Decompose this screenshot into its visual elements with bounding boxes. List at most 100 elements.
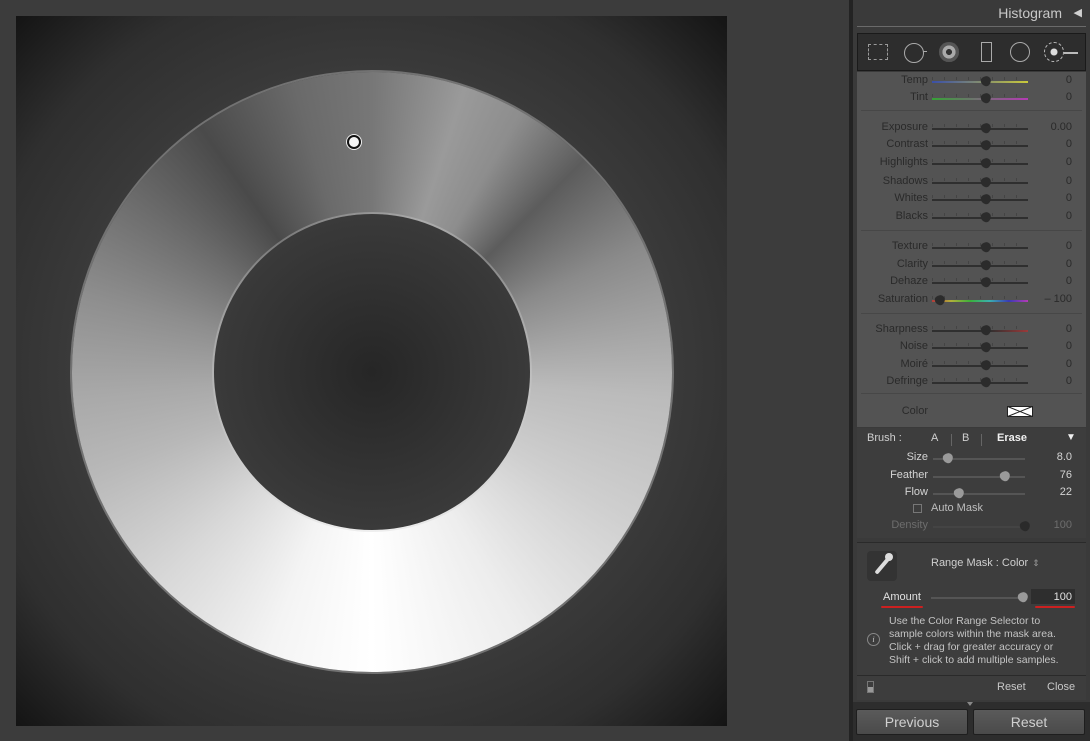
temp-slider-row[interactable]: Temp 0 bbox=[857, 73, 1086, 90]
amount-label: Amount bbox=[883, 591, 921, 603]
brush-erase-tab[interactable]: Erase bbox=[997, 432, 1027, 444]
tint-value[interactable]: 0 bbox=[1066, 91, 1072, 103]
grid-overlay-icon[interactable] bbox=[866, 40, 892, 66]
brush-flow-row[interactable]: Flow 22 bbox=[857, 485, 1086, 502]
brush-density-row[interactable]: Density 100 bbox=[857, 518, 1086, 535]
amount-value[interactable]: 100 bbox=[1054, 591, 1072, 603]
exposure-label: Exposure bbox=[881, 121, 928, 133]
info-icon: i bbox=[867, 633, 880, 646]
defringe-value[interactable]: 0 bbox=[1066, 375, 1072, 387]
brush-panel: Brush : A B Erase ▼ Size 8.0 Feather 76 … bbox=[857, 428, 1086, 538]
noise-value[interactable]: 0 bbox=[1066, 340, 1072, 352]
density-label: Density bbox=[891, 519, 928, 531]
highlights-slider-row[interactable]: Highlights 0 bbox=[857, 155, 1086, 172]
color-sample-point[interactable] bbox=[347, 135, 361, 149]
brush-tab-divider bbox=[981, 434, 982, 446]
whites-label: Whites bbox=[894, 192, 928, 204]
histogram-header[interactable]: Histogram ◀ bbox=[853, 0, 1090, 30]
mask-close-link[interactable]: Close bbox=[1047, 681, 1075, 693]
brush-feather-row[interactable]: Feather 76 bbox=[857, 468, 1086, 485]
sharpness-slider-row[interactable]: Sharpness 0 bbox=[857, 322, 1086, 339]
saturation-label: Saturation bbox=[877, 293, 928, 305]
moir-slider-row[interactable]: Moiré 0 bbox=[857, 357, 1086, 374]
whites-value[interactable]: 0 bbox=[1066, 192, 1072, 204]
clarity-slider-row[interactable]: Clarity 0 bbox=[857, 257, 1086, 274]
amount-track[interactable] bbox=[931, 597, 1023, 599]
texture-label: Texture bbox=[891, 240, 928, 252]
blacks-value[interactable]: 0 bbox=[1066, 210, 1072, 222]
auto-mask-row[interactable]: Auto Mask bbox=[857, 502, 1086, 519]
adjustment-brush-icon[interactable] bbox=[1042, 40, 1082, 66]
moir-value[interactable]: 0 bbox=[1066, 358, 1072, 370]
sharpness-value[interactable]: 0 bbox=[1066, 323, 1072, 335]
collapse-triangle-icon[interactable]: ◀ bbox=[1074, 6, 1082, 19]
feather-track[interactable] bbox=[933, 476, 1025, 478]
crop-icon[interactable] bbox=[902, 40, 928, 66]
brush-menu-icon[interactable]: ▼ bbox=[1066, 432, 1076, 443]
help-line: Shift + click to add multiple samples. bbox=[889, 654, 1059, 666]
color-row[interactable]: Color bbox=[857, 404, 1086, 421]
highlights-label: Highlights bbox=[879, 156, 928, 168]
brush-size-row[interactable]: Size 8.0 bbox=[857, 450, 1086, 467]
saturation-track[interactable] bbox=[932, 300, 1028, 302]
saturation-value[interactable]: – 100 bbox=[1044, 293, 1072, 305]
brush-tab-divider bbox=[951, 434, 952, 446]
brush-a-tab[interactable]: A bbox=[931, 432, 938, 444]
clarity-value[interactable]: 0 bbox=[1066, 258, 1072, 270]
previous-button[interactable]: Previous bbox=[856, 709, 968, 735]
right-panel: Histogram ◀ Color Temp 0 Tint 0 Exposure 0.00… bbox=[853, 0, 1090, 741]
sharpness-label: Sharpness bbox=[875, 323, 928, 335]
range-mask-label: Range Mask : Color bbox=[931, 557, 1029, 569]
section-separator bbox=[861, 110, 1082, 111]
photo-preview[interactable] bbox=[16, 16, 727, 726]
tint-slider-row[interactable]: Tint 0 bbox=[857, 90, 1086, 107]
amount-label-underline bbox=[881, 606, 923, 608]
dehaze-value[interactable]: 0 bbox=[1066, 275, 1072, 287]
dehaze-slider-row[interactable]: Dehaze 0 bbox=[857, 274, 1086, 291]
saturation-slider-row[interactable]: Saturation – 100 bbox=[857, 292, 1086, 309]
feather-value[interactable]: 76 bbox=[1060, 469, 1072, 481]
photo-canvas-area[interactable] bbox=[0, 0, 849, 741]
exposure-slider-row[interactable]: Exposure 0.00 bbox=[857, 120, 1086, 137]
select-arrows-icon: ⇕ bbox=[1032, 558, 1040, 568]
shadows-slider-row[interactable]: Shadows 0 bbox=[857, 174, 1086, 191]
density-track[interactable] bbox=[933, 526, 1025, 528]
flow-value[interactable]: 22 bbox=[1060, 486, 1072, 498]
texture-slider-row[interactable]: Texture 0 bbox=[857, 239, 1086, 256]
range-mask-select[interactable]: Range Mask : Color ⇕ bbox=[931, 557, 1040, 569]
auto-mask-label[interactable]: Auto Mask bbox=[931, 502, 983, 514]
density-value[interactable]: 100 bbox=[1054, 519, 1072, 531]
color-range-picker-icon[interactable] bbox=[867, 551, 897, 581]
shadows-label: Shadows bbox=[882, 175, 928, 187]
mask-reset-link[interactable]: Reset bbox=[997, 681, 1026, 693]
contrast-value[interactable]: 0 bbox=[1066, 138, 1072, 150]
brush-b-tab[interactable]: B bbox=[962, 432, 969, 444]
shadows-value[interactable]: 0 bbox=[1066, 175, 1072, 187]
defringe-label: Defringe bbox=[886, 375, 928, 387]
flow-track[interactable] bbox=[933, 493, 1025, 495]
exposure-value[interactable]: 0.00 bbox=[1051, 121, 1072, 133]
whites-slider-row[interactable]: Whites 0 bbox=[857, 191, 1086, 208]
highlights-value[interactable]: 0 bbox=[1066, 156, 1072, 168]
section-separator bbox=[861, 313, 1082, 314]
panel-toggle-switch-icon[interactable] bbox=[867, 681, 874, 693]
radial-filter-icon[interactable] bbox=[1008, 40, 1034, 66]
graduated-filter-icon[interactable] bbox=[974, 40, 1000, 66]
tool-strip bbox=[857, 33, 1086, 71]
texture-value[interactable]: 0 bbox=[1066, 240, 1072, 252]
size-value[interactable]: 8.0 bbox=[1057, 451, 1072, 463]
adjustment-sliders-panel: Color Temp 0 Tint 0 Exposure 0.00 Contrast 0 Hig… bbox=[857, 72, 1086, 427]
defringe-slider-row[interactable]: Defringe 0 bbox=[857, 374, 1086, 391]
amount-row[interactable]: Amount 100 bbox=[857, 589, 1086, 613]
temp-value[interactable]: 0 bbox=[1066, 74, 1072, 86]
auto-mask-checkbox[interactable] bbox=[913, 504, 922, 513]
contrast-slider-row[interactable]: Contrast 0 bbox=[857, 137, 1086, 154]
spot-removal-icon[interactable] bbox=[937, 40, 963, 66]
clarity-label: Clarity bbox=[896, 258, 928, 270]
color-swatch[interactable] bbox=[1007, 406, 1033, 417]
blacks-slider-row[interactable]: Blacks 0 bbox=[857, 209, 1086, 226]
bottom-collapse-icon[interactable] bbox=[967, 702, 973, 706]
reset-button[interactable]: Reset bbox=[973, 709, 1085, 735]
mask-footer: Reset Close bbox=[857, 675, 1086, 700]
noise-slider-row[interactable]: Noise 0 bbox=[857, 339, 1086, 356]
